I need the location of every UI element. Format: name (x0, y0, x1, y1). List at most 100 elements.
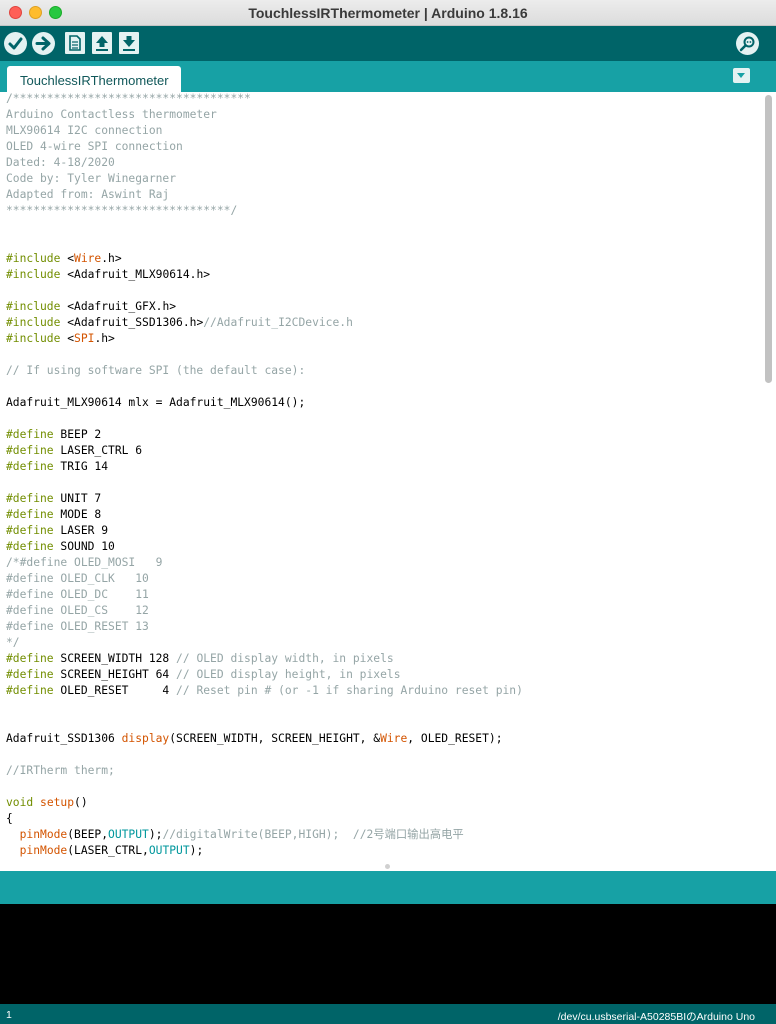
code-line[interactable] (6, 779, 523, 795)
code-line[interactable]: { (6, 811, 523, 827)
code-line[interactable]: #include <Wire.h> (6, 251, 523, 267)
code-line[interactable]: #define LASER_CTRL 6 (6, 443, 523, 459)
code-token: #include (6, 300, 61, 313)
code-token: #define (6, 428, 54, 441)
code-line[interactable]: MLX90614 I2C connection (6, 123, 523, 139)
code-token: SPI (74, 332, 95, 345)
code-line[interactable]: pinMode(LASER_CTRL,OUTPUT); (6, 843, 523, 859)
code-line[interactable] (6, 747, 523, 763)
code-line[interactable]: #define OLED_CLK 10 (6, 571, 523, 587)
code-line[interactable] (6, 411, 523, 427)
code-token: Adafruit_MLX90614 mlx = Adafruit_MLX9061… (6, 396, 306, 409)
code-line[interactable] (6, 219, 523, 235)
code-token: <Adafruit_GFX.h> (60, 300, 177, 313)
code-line[interactable] (6, 235, 523, 251)
verify-button[interactable] (4, 32, 27, 55)
code-line[interactable]: /*#define OLED_MOSI 9 (6, 555, 523, 571)
code-token: // If using software SPI (the default ca… (6, 364, 306, 377)
code-token: #define (6, 460, 54, 473)
code-line[interactable]: #define UNIT 7 (6, 491, 523, 507)
code-line[interactable] (6, 859, 523, 871)
code-line[interactable] (6, 379, 523, 395)
code-line[interactable] (6, 475, 523, 491)
code-token: */ (6, 636, 20, 649)
code-line[interactable]: #define LASER 9 (6, 523, 523, 539)
code-text[interactable]: /*********************************** Ardu… (6, 92, 523, 871)
code-line[interactable]: #define SCREEN_WIDTH 128 // OLED display… (6, 651, 523, 667)
code-line[interactable]: *********************************/ (6, 203, 523, 219)
code-line[interactable]: #define OLED_CS 12 (6, 603, 523, 619)
checkmark-icon (8, 37, 23, 50)
code-token: Wire (74, 252, 102, 265)
code-line[interactable] (6, 715, 523, 731)
code-token: SOUND 10 (53, 540, 115, 553)
code-token: Wire (380, 732, 408, 745)
code-line[interactable]: #include <Adafruit_GFX.h> (6, 299, 523, 315)
code-line[interactable]: Arduino Contactless thermometer (6, 107, 523, 123)
tab-touchlessirthermometer[interactable]: TouchlessIRThermometer (7, 66, 181, 92)
code-token: #include (6, 268, 61, 281)
upload-button[interactable] (32, 32, 55, 55)
code-line[interactable]: #define OLED_RESET 13 (6, 619, 523, 635)
code-token: // OLED display height, in pixels (176, 668, 401, 681)
vertical-scrollbar[interactable] (762, 92, 776, 871)
serial-monitor-button[interactable] (736, 32, 759, 55)
code-line[interactable]: #define TRIG 14 (6, 459, 523, 475)
code-line[interactable]: #define BEEP 2 (6, 427, 523, 443)
code-token: SCREEN_HEIGHT 64 (53, 668, 177, 681)
code-token: Code by: Tyler Winegarner (6, 172, 177, 185)
code-line[interactable]: #define OLED_DC 11 (6, 587, 523, 603)
line-number: 1 (6, 1009, 12, 1021)
code-line[interactable]: */ (6, 635, 523, 651)
code-line[interactable]: #define OLED_RESET 4 // Reset pin # (or … (6, 683, 523, 699)
code-line[interactable] (6, 347, 523, 363)
code-token: display (121, 732, 170, 745)
code-token: //Adafruit_I2CDevice.h (203, 316, 353, 329)
code-token: #include (6, 316, 61, 329)
code-editor[interactable]: /*********************************** Ardu… (0, 92, 776, 871)
code-line[interactable]: #include <Adafruit_MLX90614.h> (6, 267, 523, 283)
code-line[interactable]: Adapted from: Aswint Raj (6, 187, 523, 203)
code-line[interactable]: /*********************************** (6, 92, 523, 107)
split-handle[interactable] (385, 864, 390, 869)
new-file-icon (69, 35, 81, 51)
code-token: setup (40, 796, 75, 809)
code-line[interactable]: Adafruit_MLX90614 mlx = Adafruit_MLX9061… (6, 395, 523, 411)
code-line[interactable]: #include <SPI.h> (6, 331, 523, 347)
code-line[interactable]: #define SCREEN_HEIGHT 64 // OLED display… (6, 667, 523, 683)
code-token: TRIG 14 (53, 460, 109, 473)
code-line[interactable]: OLED 4-wire SPI connection (6, 139, 523, 155)
code-token: // OLED display width, in pixels (176, 652, 394, 665)
code-line[interactable] (6, 699, 523, 715)
code-line[interactable]: void setup() (6, 795, 523, 811)
code-line[interactable]: Adafruit_SSD1306 display(SCREEN_WIDTH, S… (6, 731, 523, 747)
code-token: ); (148, 828, 163, 841)
code-line[interactable]: #include <Adafruit_SSD1306.h>//Adafruit_… (6, 315, 523, 331)
code-token: *********************************/ (6, 204, 238, 217)
code-line[interactable]: Dated: 4-18/2020 (6, 155, 523, 171)
code-line[interactable]: #define SOUND 10 (6, 539, 523, 555)
tab-menu-button[interactable] (733, 68, 750, 83)
code-line[interactable]: // If using software SPI (the default ca… (6, 363, 523, 379)
open-sketch-button[interactable] (92, 32, 112, 54)
code-token: OUTPUT (108, 828, 149, 841)
code-token: #include (6, 252, 61, 265)
new-sketch-button[interactable] (65, 32, 85, 54)
code-line[interactable]: Code by: Tyler Winegarner (6, 171, 523, 187)
code-token: , OLED_RESET); (407, 732, 503, 745)
status-bar: 1 /dev/cu.usbserial-A50285BIのArduino Uno (0, 1004, 776, 1024)
code-token: (LASER_CTRL, (67, 844, 149, 857)
console-output[interactable] (0, 904, 776, 1004)
code-line[interactable]: //IRTherm therm; (6, 763, 523, 779)
code-token: // Reset pin # (or -1 if sharing Arduino… (176, 684, 523, 697)
code-line[interactable]: pinMode(BEEP,OUTPUT);//digitalWrite(BEEP… (6, 827, 523, 843)
code-token: OLED 4-wire SPI connection (6, 140, 183, 153)
code-token: //IRTherm therm; (6, 764, 115, 777)
scrollbar-thumb[interactable] (765, 95, 772, 383)
code-line[interactable] (6, 283, 523, 299)
code-token: Arduino Contactless thermometer (6, 108, 217, 121)
save-sketch-button[interactable] (119, 32, 139, 54)
code-line[interactable]: #define MODE 8 (6, 507, 523, 523)
